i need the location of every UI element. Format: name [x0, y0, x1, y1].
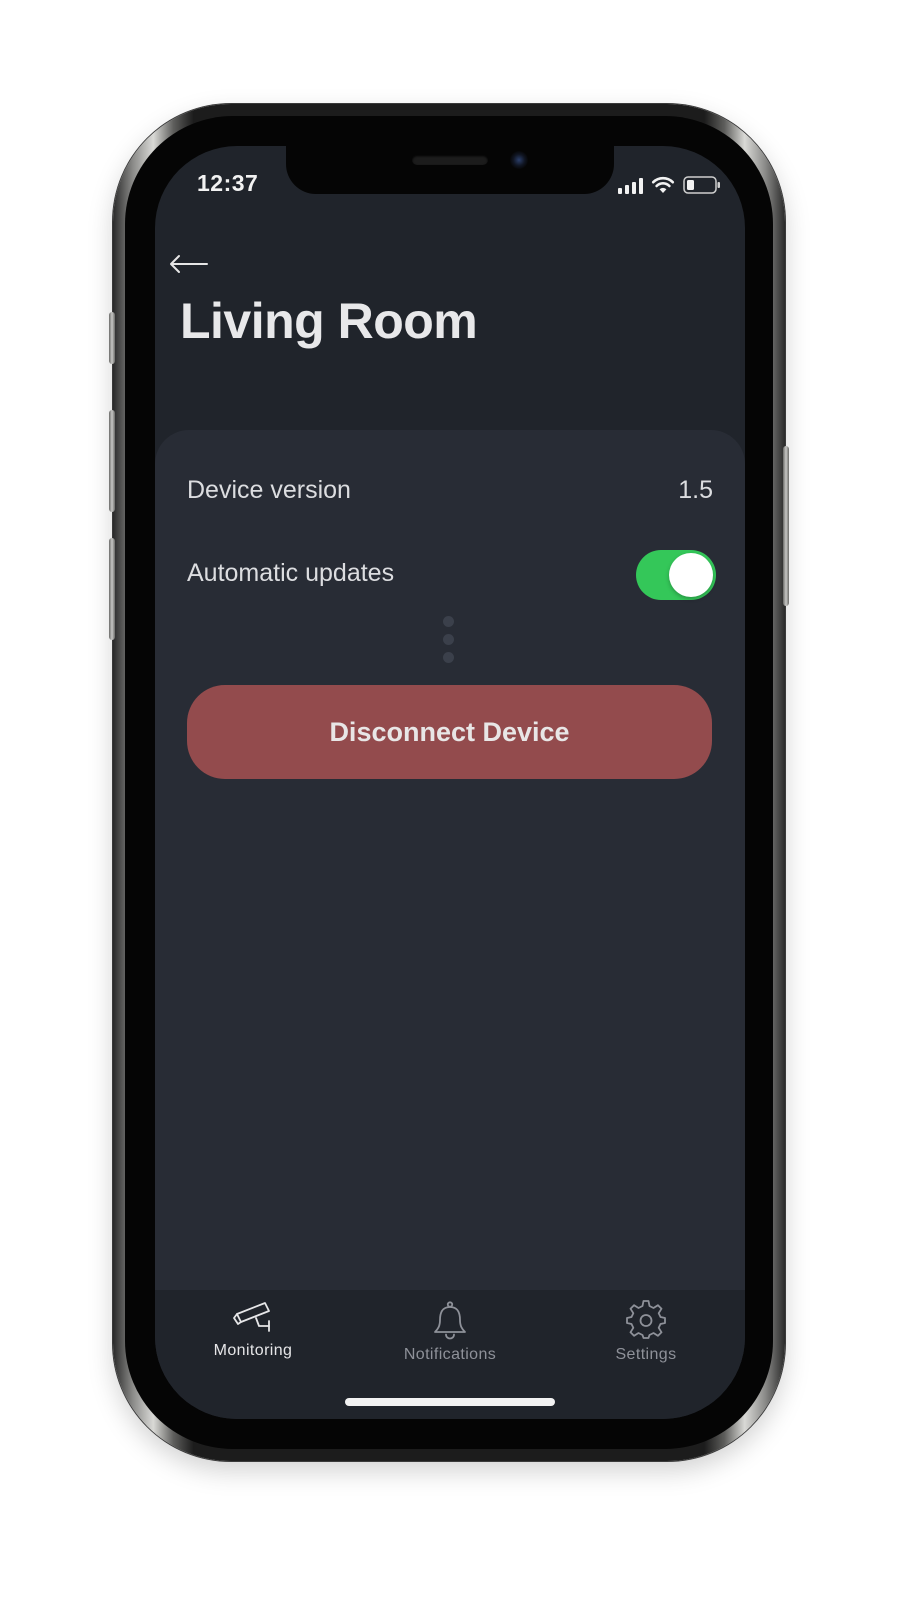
- device-settings-card: Device version 1.5 Automatic updates Dis…: [155, 430, 745, 1300]
- front-camera: [510, 151, 528, 169]
- automatic-updates-toggle[interactable]: [636, 550, 716, 600]
- loading-dot: [443, 652, 454, 663]
- home-indicator[interactable]: [345, 1398, 555, 1406]
- device-version-label: Device version: [187, 476, 351, 504]
- tab-settings[interactable]: Settings: [576, 1300, 716, 1364]
- tab-monitoring[interactable]: Monitoring: [183, 1300, 323, 1360]
- loading-indicator: [443, 616, 457, 663]
- tab-label: Settings: [615, 1346, 677, 1363]
- toggle-knob: [669, 553, 713, 597]
- power-button: [783, 446, 789, 606]
- security-camera-icon: [233, 1302, 270, 1332]
- device-version-value: 1.5: [678, 476, 713, 504]
- back-arrow-icon[interactable]: [167, 249, 209, 279]
- loading-dot: [443, 616, 454, 627]
- tab-label: Notifications: [403, 1346, 497, 1363]
- gear-icon: [626, 1300, 666, 1339]
- stage: 12:37 Living Room Device version 1.5 Aut…: [0, 0, 917, 1600]
- notch: [286, 146, 614, 194]
- page-title: Living Room: [180, 293, 478, 349]
- loading-dot: [443, 634, 454, 645]
- mute-switch: [109, 312, 115, 364]
- cellular-signal-icon: [618, 178, 643, 194]
- disconnect-device-button[interactable]: Disconnect Device: [187, 685, 712, 779]
- bottom-tab-bar: Monitoring Notifications Settings: [155, 1290, 745, 1419]
- status-icons: [618, 174, 721, 194]
- app-screen: 12:37 Living Room Device version 1.5 Aut…: [155, 146, 745, 1419]
- earpiece-speaker: [412, 155, 488, 165]
- tab-notifications[interactable]: Notifications: [380, 1300, 520, 1364]
- volume-up-button: [109, 410, 115, 512]
- tab-label: Monitoring: [213, 1342, 293, 1359]
- wifi-icon: [651, 176, 675, 193]
- automatic-updates-label: Automatic updates: [187, 559, 395, 587]
- volume-down-button: [109, 538, 115, 640]
- battery-icon: [683, 176, 720, 194]
- bell-icon: [434, 1301, 466, 1340]
- status-time: 12:37: [197, 170, 259, 196]
